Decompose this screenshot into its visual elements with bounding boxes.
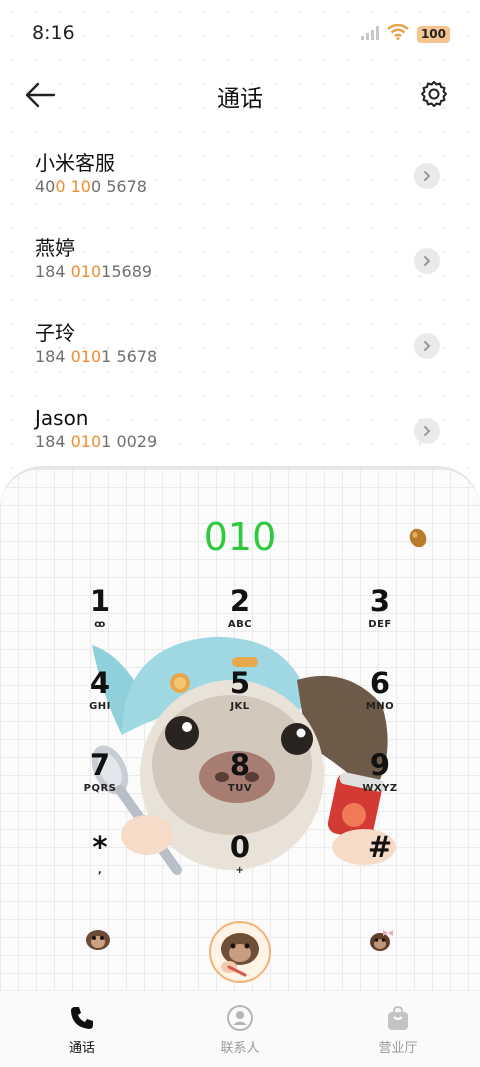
- page-title: 通话: [217, 86, 263, 112]
- puppy-call-icon: [221, 933, 259, 977]
- contact-name: 燕婷: [35, 236, 75, 260]
- recent-call-item[interactable]: 燕婷 184 01015689: [0, 223, 480, 308]
- bean-sticker-icon: [409, 528, 427, 548]
- recent-call-item[interactable]: 子玲 184 0101 5678: [0, 308, 480, 393]
- gear-icon: [421, 81, 447, 107]
- chevron-right-icon: [424, 256, 431, 266]
- contact-name: 子玲: [35, 321, 75, 345]
- key-6[interactable]: 6 MNO: [310, 666, 450, 746]
- store-bag-icon: [388, 1005, 408, 1030]
- tab-calls[interactable]: 通话: [22, 1003, 142, 1056]
- contact-number: 184 01015689: [35, 262, 153, 281]
- recent-call-item[interactable]: 小米客服 400 100 5678: [0, 138, 480, 223]
- sticker-button-right[interactable]: [366, 927, 394, 957]
- sticker-button-left[interactable]: [84, 927, 112, 955]
- call-button[interactable]: [209, 921, 271, 983]
- dial-actions: [0, 917, 480, 987]
- chevron-right-icon: [424, 171, 431, 181]
- key-7[interactable]: 7 PQRS: [30, 748, 170, 828]
- key-8[interactable]: 8 TUV: [170, 748, 310, 828]
- key-2[interactable]: 2 ABC: [170, 584, 310, 664]
- settings-button[interactable]: [420, 80, 448, 108]
- header: 通话: [0, 66, 480, 124]
- chevron-right-icon: [424, 426, 431, 436]
- contact-number: 184 0101 5678: [35, 347, 158, 366]
- key-5[interactable]: 5 JKL: [170, 666, 310, 746]
- contact-number: 184 0101 0029: [35, 432, 158, 451]
- signal-icon: [360, 25, 379, 44]
- recent-calls-list: 小米客服 400 100 5678 燕婷 184 01015689 子玲 184…: [0, 138, 480, 478]
- status-bar: 8:16 100: [0, 0, 480, 66]
- key-0[interactable]: 0 +: [170, 830, 310, 910]
- call-detail-button[interactable]: [414, 418, 440, 444]
- contact-number: 400 100 5678: [35, 177, 147, 196]
- chevron-right-icon: [424, 341, 431, 351]
- battery-indicator: 100: [416, 25, 450, 43]
- tab-store[interactable]: 营业厅: [338, 1003, 458, 1056]
- contacts-icon: [227, 1005, 253, 1031]
- call-detail-button[interactable]: [414, 333, 440, 359]
- wifi-icon: [387, 23, 409, 44]
- tab-contacts[interactable]: 联系人: [180, 1003, 300, 1056]
- key-hash[interactable]: #: [310, 830, 450, 910]
- key-3[interactable]: 3 DEF: [310, 584, 450, 664]
- call-detail-button[interactable]: [414, 163, 440, 189]
- status-icons: 100: [360, 23, 450, 44]
- puppy-sticker-icon: [86, 930, 110, 950]
- voicemail-icon: ꝏ: [94, 619, 106, 630]
- key-9[interactable]: 9 WXYZ: [310, 748, 450, 828]
- dial-panel: 010 1 ꝏ 2 ABC 3 DEF 4 GHI 5 JKL 6 MNO 7 …: [0, 466, 480, 996]
- key-4[interactable]: 4 GHI: [30, 666, 170, 746]
- call-detail-button[interactable]: [414, 248, 440, 274]
- phone-icon: [71, 1007, 93, 1029]
- key-1[interactable]: 1 ꝏ: [30, 584, 170, 664]
- contact-name: Jason: [35, 406, 89, 430]
- contact-name: 小米客服: [35, 151, 115, 175]
- status-time: 8:16: [32, 22, 75, 44]
- key-star[interactable]: * ,: [30, 830, 170, 910]
- bottom-tab-bar: 通话 联系人 营业厅: [0, 990, 480, 1067]
- puppy-bow-sticker-icon: [370, 930, 393, 951]
